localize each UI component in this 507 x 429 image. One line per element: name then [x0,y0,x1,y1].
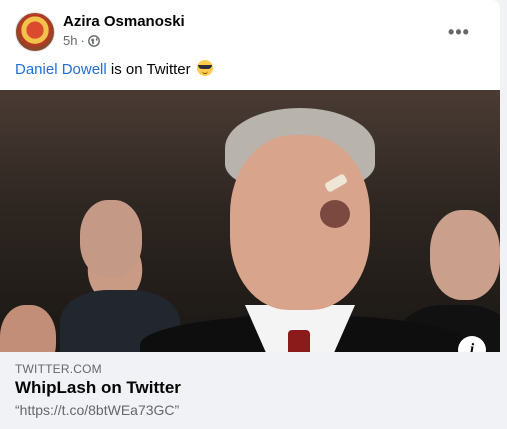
post-header: Azira Osmanoski 5h · ••• [15,12,485,54]
globe-icon[interactable] [87,34,100,47]
link-description: “https://t.co/8btWEa73GC” [15,402,180,418]
link-preview[interactable]: TWITTER.COM WhipLash on Twitter “https:/… [0,352,500,429]
post-time[interactable]: 5h [63,33,77,48]
link-preview-image[interactable] [0,90,500,352]
more-options-button[interactable]: ••• [441,14,477,50]
background-person-head [430,210,500,300]
sunglasses-emoji-icon [196,60,213,76]
post-text: Daniel Dowell is on Twitter [15,60,213,78]
necktie [288,330,310,352]
link-title[interactable]: WhipLash on Twitter [15,378,181,398]
link-domain: TWITTER.COM [15,362,102,376]
post-card: Azira Osmanoski 5h · ••• Daniel Dowell i… [0,0,500,429]
background-person-head [80,200,142,278]
background-person-head [0,305,56,352]
post-text-body: is on Twitter [106,61,195,78]
author-name[interactable]: Azira Osmanoski [63,13,185,30]
face [230,135,370,310]
meta-separator: · [80,33,85,48]
bruise [320,200,350,228]
author-avatar[interactable] [15,12,55,52]
ellipsis-icon: ••• [448,21,470,42]
mention-link[interactable]: Daniel Dowell [15,61,107,78]
post-meta: 5h · [63,33,100,48]
